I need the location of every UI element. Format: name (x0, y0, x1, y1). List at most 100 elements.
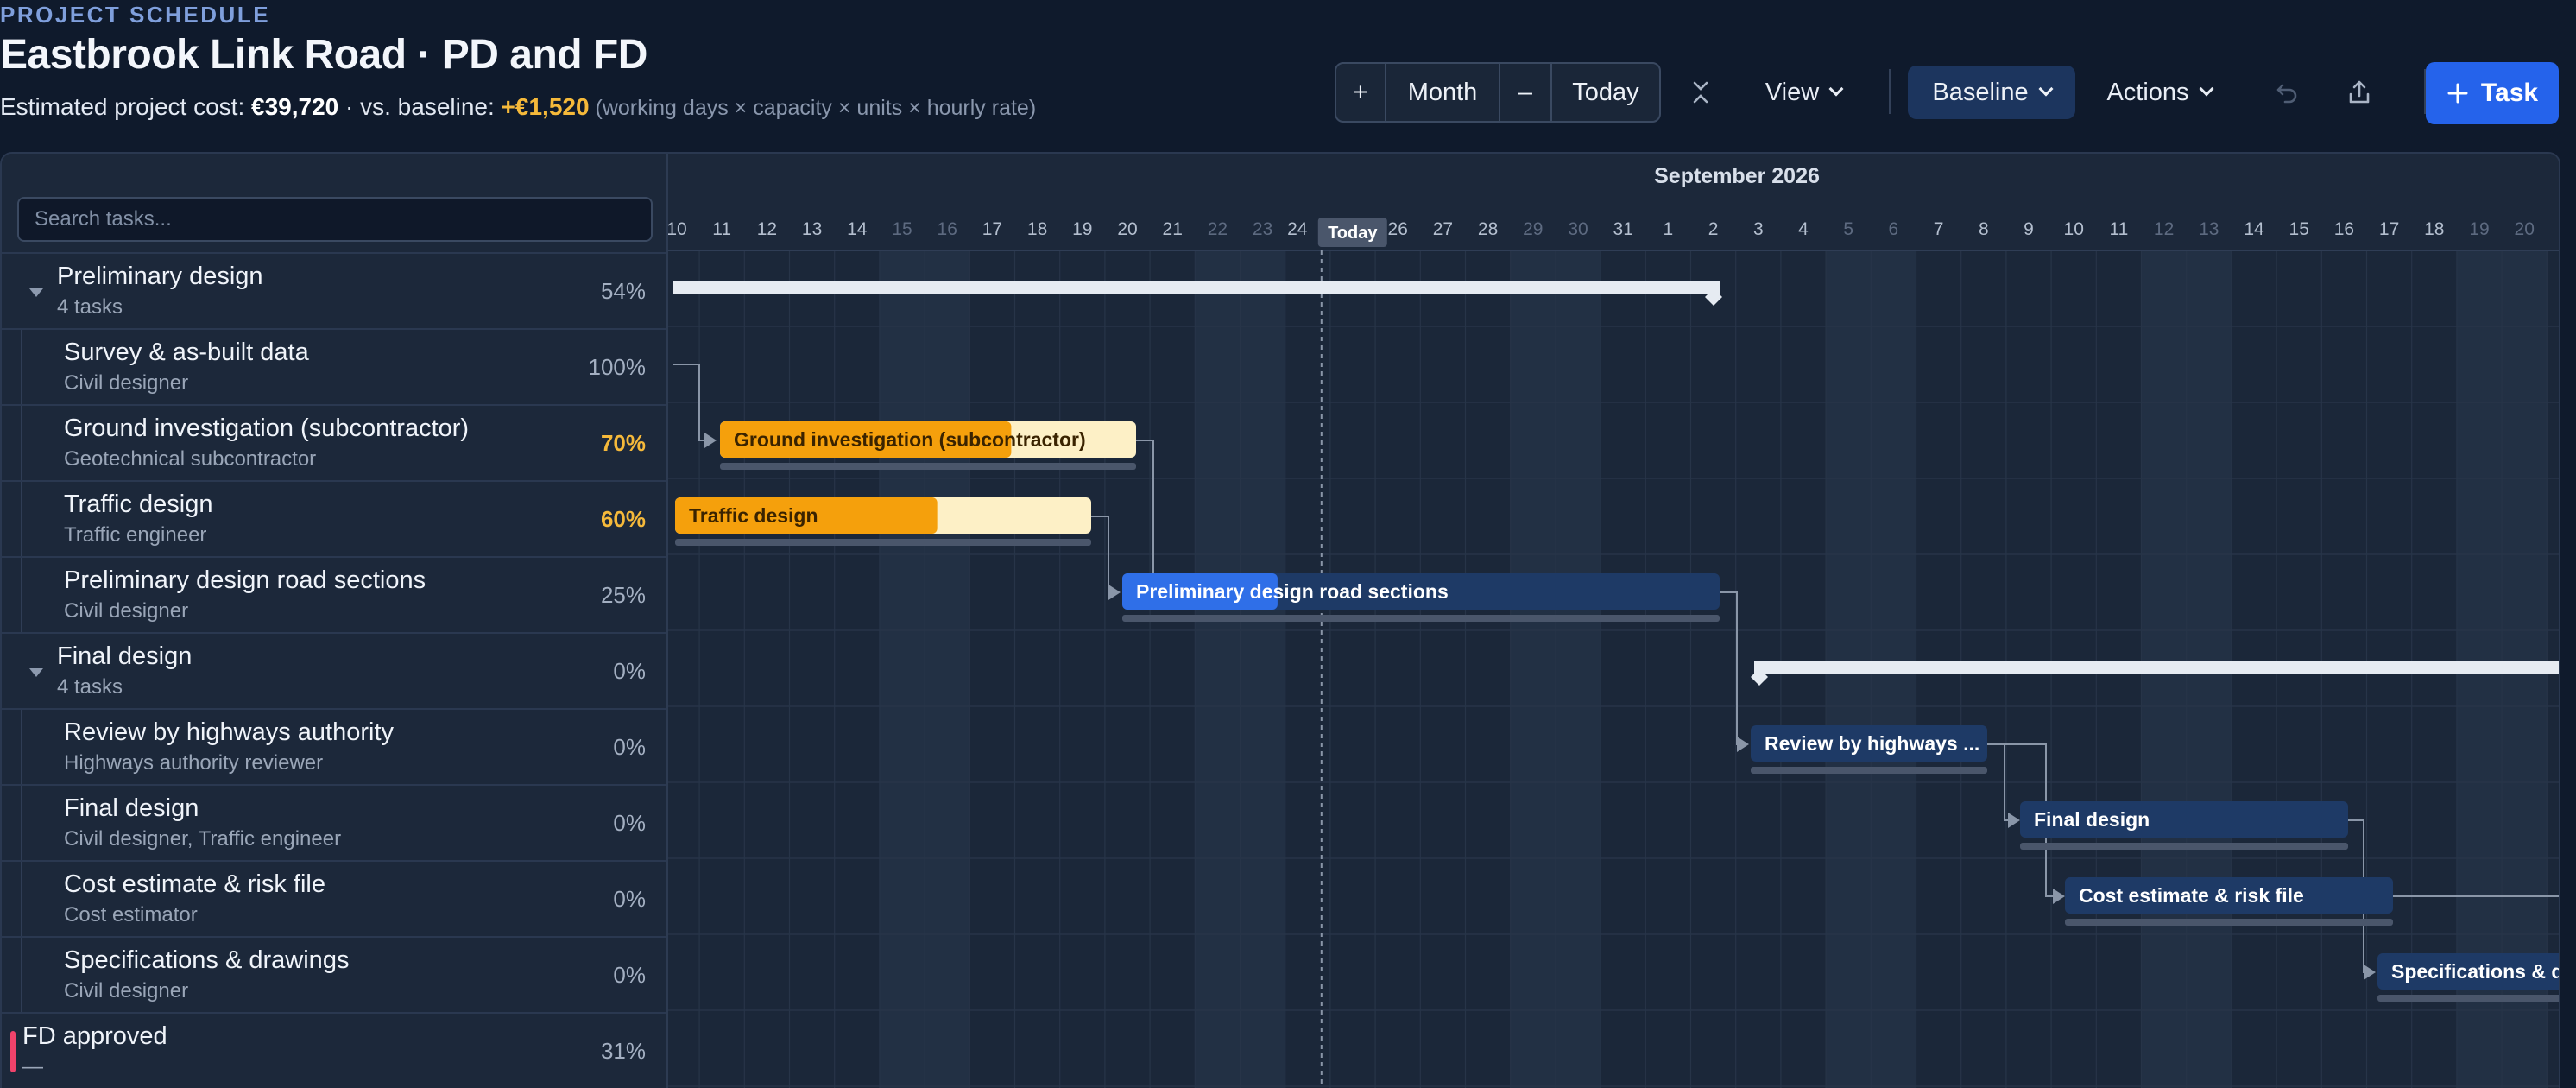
day-label: 19 (1072, 219, 1092, 239)
weekend-shade (1510, 250, 1556, 1088)
baseline-bar (1751, 767, 1987, 774)
task-progress: 0% (613, 810, 646, 836)
timeline-pane: September 2026 10 11 12 13 14 15 16 17 18 19 20 21 22… (668, 154, 2559, 1088)
add-task-label: Task (2480, 79, 2539, 107)
day-label: 17 (982, 219, 1002, 239)
task-name: Final design (57, 642, 193, 670)
chevron-down-icon (2199, 81, 2214, 97)
task-bar-label: Traffic design (689, 504, 818, 527)
view-menu-button[interactable]: View (1747, 62, 1859, 123)
task-assignee: Cost estimator (64, 903, 198, 927)
day-label: 26 (1388, 219, 1408, 239)
day-label: 27 (1433, 219, 1453, 239)
day-label: 20 (1117, 219, 1137, 239)
tree-guide (21, 938, 22, 1014)
task-name: Preliminary design road sections (64, 566, 426, 594)
task-row[interactable]: Review by highways authority Highways aut… (2, 708, 666, 786)
task-name: Cost estimate & risk file (64, 870, 325, 898)
day-label: 31 (1613, 219, 1633, 239)
day-label: 10 (2064, 219, 2084, 239)
task-progress: 31% (600, 1038, 646, 1064)
project-cost-summary: Estimated project cost: €39,720 · vs. ba… (0, 93, 1036, 121)
baseline-bar (2065, 919, 2393, 926)
task-name: Specifications & drawings (64, 946, 350, 974)
export-icon[interactable] (2338, 62, 2381, 123)
task-name: Ground investigation (subcontractor) (64, 414, 470, 442)
day-label: 16 (2334, 219, 2354, 239)
task-bar-label: Review by highways ... (1765, 732, 1979, 755)
actions-menu-button[interactable]: Actions (2093, 62, 2226, 123)
task-assignee: Geotechnical subcontractor (64, 447, 317, 471)
zoom-out-button[interactable]: – (1500, 64, 1552, 121)
task-assignee: Highways authority reviewer (64, 751, 324, 775)
task-row[interactable]: Traffic design Traffic engineer 60% (2, 480, 666, 558)
day-label: 28 (1478, 219, 1498, 239)
day-label: 4 (1798, 219, 1809, 239)
day-label: 10 (668, 219, 687, 239)
tree-guide (21, 482, 22, 558)
caret-down-icon[interactable] (29, 668, 43, 677)
tree-guide (21, 406, 22, 482)
day-label: 14 (847, 219, 868, 239)
task-row[interactable]: Ground investigation (subcontractor) Geot… (2, 404, 666, 482)
add-task-button[interactable]: Task (2426, 62, 2559, 124)
weekend-shade (879, 250, 925, 1088)
baseline-label: Baseline (1932, 78, 2029, 106)
day-label: 19 (2469, 219, 2489, 239)
group-row[interactable]: Preliminary design 4 tasks 54% (2, 252, 666, 328)
collapse-icon[interactable] (1680, 62, 1721, 123)
toolbar-divider (1889, 69, 1891, 114)
task-assignee: Civil designer (64, 979, 189, 1003)
today-badge-label: Today (1328, 224, 1378, 243)
plus-icon (2447, 83, 2468, 104)
weekend-shade (1555, 250, 1601, 1088)
day-label: 23 (1253, 219, 1272, 239)
weekend-shade (1240, 250, 1285, 1088)
task-progress: 0% (613, 734, 646, 760)
search-input[interactable] (17, 197, 653, 242)
task-assignee: Civil designer, Traffic engineer (64, 827, 342, 851)
chevron-down-icon (2038, 81, 2054, 97)
task-row[interactable]: Survey & as-built data Civil designer 100% (2, 328, 666, 406)
weekend-shade (925, 250, 970, 1088)
task-name: FD approved (22, 1022, 167, 1050)
cost-mid: · vs. baseline: (338, 93, 502, 120)
zoom-in-button[interactable]: + (1336, 64, 1386, 121)
month-label: September 2026 (1654, 164, 1820, 188)
day-label: 3 (1753, 219, 1764, 239)
task-row[interactable]: Cost estimate & risk file Cost estimator 0… (2, 860, 666, 938)
group-row[interactable]: Final design 4 tasks 0% (2, 632, 666, 708)
milestone-row[interactable]: FD approved — 31% (2, 1012, 666, 1088)
task-progress: 0% (613, 886, 646, 912)
task-name: Survey & as-built data (64, 338, 309, 366)
baseline-delta: +€1,520 (501, 93, 590, 120)
day-label: 11 (2109, 219, 2128, 239)
day-label: 20 (2515, 219, 2535, 239)
day-label: 18 (1027, 219, 1047, 239)
task-row[interactable]: Final design Civil designer, Traffic engi… (2, 784, 666, 862)
task-progress: 100% (588, 354, 647, 380)
day-label: 18 (2424, 219, 2444, 239)
task-row[interactable]: Specifications & drawings Civil designer 0… (2, 936, 666, 1014)
cost-formula-note: (working days × capacity × units × hourl… (589, 96, 1037, 120)
day-label: 1 (1664, 219, 1674, 239)
caret-down-icon[interactable] (29, 288, 43, 297)
group-summary-bar (673, 281, 1720, 294)
scale-month-button[interactable]: Month (1386, 64, 1500, 121)
day-label: 7 (1934, 219, 1944, 239)
task-row[interactable]: Preliminary design road sections Civil de… (2, 556, 666, 634)
baseline-menu-button[interactable]: Baseline (1908, 66, 2075, 119)
day-label: 21 (1163, 219, 1183, 239)
day-label: 22 (1208, 219, 1228, 239)
day-label: 17 (2379, 219, 2399, 239)
tree-guide (21, 558, 22, 634)
day-label: 12 (2154, 219, 2174, 239)
today-button[interactable]: Today (1552, 64, 1659, 121)
page-title: Eastbrook Link Road · PD and FD (0, 32, 647, 78)
day-label: 5 (1843, 219, 1853, 239)
task-bar-label: Ground investigation (subcontractor) (734, 428, 1086, 451)
day-label: 9 (2024, 219, 2034, 239)
day-label: 12 (757, 219, 777, 239)
undo-icon[interactable] (2265, 62, 2308, 123)
page-eyebrow: PROJECT SCHEDULE (0, 2, 271, 28)
